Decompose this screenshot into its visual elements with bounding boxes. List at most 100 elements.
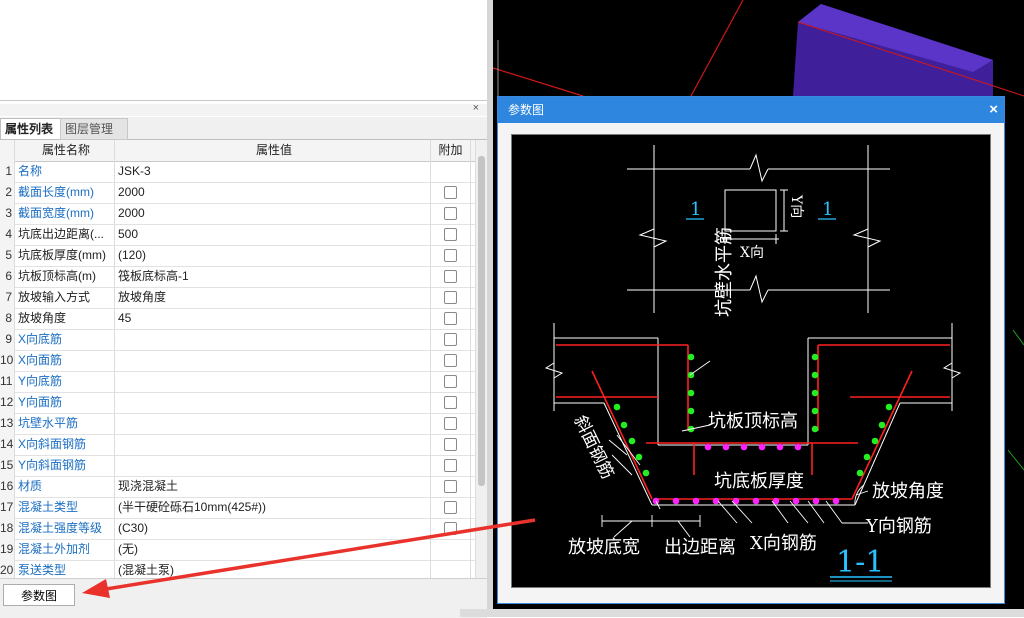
property-name: 截面长度(mm) [15,182,115,203]
property-name: Y向斜面钢筋 [15,455,115,476]
table-row[interactable]: 19 混凝土外加剂 (无) [0,539,475,561]
row-index: 14 [0,434,15,455]
row-index: 3 [0,203,15,224]
property-value[interactable] [115,434,431,455]
table-row[interactable]: 4 坑底出边距离(... 500 [0,224,475,246]
tab-layer-management[interactable]: 图层管理 [60,118,128,140]
extra-checkbox[interactable] [444,228,457,241]
extra-checkbox[interactable] [444,459,457,472]
plan-view [627,145,890,313]
property-value[interactable] [115,392,431,413]
table-row[interactable]: 16 材质 现浇混凝土 [0,476,475,498]
extra-checkbox[interactable] [444,249,457,262]
property-value[interactable] [115,371,431,392]
table-row[interactable]: 14 X向斜面钢筋 [0,434,475,456]
table-row[interactable]: 9 X向底筋 [0,329,475,351]
table-row[interactable]: 13 坑壁水平筋 [0,413,475,435]
table-row[interactable]: 2 截面长度(mm) 2000 [0,182,475,204]
property-name: 混凝土类型 [15,497,115,518]
panel-close-icon[interactable]: × [473,102,479,114]
property-name: X向斜面钢筋 [15,434,115,455]
property-value[interactable]: (120) [115,245,431,266]
table-row[interactable]: 1 名称 JSK-3 [0,161,475,183]
label-edge-distance: 出边距离 [664,537,736,558]
extra-checkbox[interactable] [444,186,457,199]
scrollbar-thumb[interactable] [478,156,485,486]
property-name: 泵送类型 [15,560,115,578]
property-name: 坑底板厚度(mm) [15,245,115,266]
table-row[interactable]: 7 放坡输入方式 放坡角度 [0,287,475,309]
param-diagram-button[interactable]: 参数图 [3,584,75,606]
diagram-svg: 1 1 X向 Y向 坑壁水平筋 坑板顶标高 斜面钢筋 坑底板厚度 放坡角度 Y向… [544,145,962,582]
property-value[interactable]: 45 [115,308,431,329]
dialog-close-icon[interactable]: × [989,97,998,123]
extra-checkbox[interactable] [444,333,457,346]
extra-cell [431,560,471,578]
table-row[interactable]: 10 X向面筋 [0,350,475,372]
extra-checkbox[interactable] [444,354,457,367]
table-row[interactable]: 8 放坡角度 45 [0,308,475,330]
row-index: 16 [0,476,15,497]
table-row[interactable]: 3 截面宽度(mm) 2000 [0,203,475,225]
extra-checkbox[interactable] [444,480,457,493]
row-index: 10 [0,350,15,371]
header-value: 属性值 [115,140,431,161]
table-row[interactable]: 18 混凝土强度等级 (C30) [0,518,475,540]
property-value[interactable] [115,350,431,371]
table-row[interactable]: 11 Y向底筋 [0,371,475,393]
property-name: Y向面筋 [15,392,115,413]
extra-checkbox[interactable] [444,375,457,388]
property-value[interactable] [115,455,431,476]
table-row[interactable]: 15 Y向斜面钢筋 [0,455,475,477]
row-index: 7 [0,287,15,308]
property-name: 坑板顶标高(m) [15,266,115,287]
row-index: 17 [0,497,15,518]
property-value[interactable]: 2000 [115,203,431,224]
extra-cell [431,497,471,518]
panel-header-strip: × [0,102,487,116]
extra-checkbox[interactable] [444,270,457,283]
properties-panel: × 属性列表 图层管理 属性名称 属性值 附加 1 名称 JSK-3 2 截面长度(mm… [0,0,490,618]
extra-cell [431,203,471,224]
tab-attribute-list[interactable]: 属性列表 [0,118,64,139]
property-value[interactable]: (无) [115,539,431,560]
label-wall-horizontal-rebar: 坑壁水平筋 [714,227,735,317]
extra-checkbox[interactable] [444,501,457,514]
label-slope-angle: 放坡角度 [872,481,944,502]
property-value[interactable] [115,413,431,434]
extra-checkbox[interactable] [444,312,457,325]
property-value[interactable]: 2000 [115,182,431,203]
property-value[interactable]: 500 [115,224,431,245]
status-bar [460,609,1024,617]
extra-cell [431,434,471,455]
upper-blank-area [0,0,488,101]
section-mark-left: 1 [690,199,701,220]
property-value[interactable]: (C30) [115,518,431,539]
extra-cell [431,350,471,371]
extra-checkbox[interactable] [444,291,457,304]
label-slab-thickness: 坑底板厚度 [714,471,804,492]
extra-checkbox[interactable] [444,417,457,430]
property-value[interactable] [115,329,431,350]
header-extra: 附加 [431,140,471,161]
extra-checkbox[interactable] [444,438,457,451]
dialog-titlebar[interactable]: 参数图 × [498,97,1004,123]
table-row[interactable]: 6 坑板顶标高(m) 筏板底标高-1 [0,266,475,288]
property-value[interactable]: JSK-3 [115,161,431,182]
property-value[interactable]: 放坡角度 [115,287,431,308]
extra-checkbox[interactable] [444,207,457,220]
extra-checkbox[interactable] [444,522,457,535]
extra-checkbox[interactable] [444,396,457,409]
property-name: 坑底出边距离(... [15,224,115,245]
extra-cell [431,161,471,182]
table-row[interactable]: 20 泵送类型 (混凝土泵) [0,560,475,578]
table-row[interactable]: 17 混凝土类型 (半干硬砼砾石10mm(425#)) [0,497,475,519]
table-row[interactable]: 12 Y向面筋 [0,392,475,414]
property-value[interactable]: 现浇混凝土 [115,476,431,497]
diagram-canvas: 1 1 X向 Y向 坑壁水平筋 坑板顶标高 斜面钢筋 坑底板厚度 放坡角度 Y向… [511,134,991,588]
property-value[interactable]: (半干硬砼砾石10mm(425#)) [115,497,431,518]
property-value[interactable]: 筏板底标高-1 [115,266,431,287]
table-row[interactable]: 5 坑底板厚度(mm) (120) [0,245,475,267]
extra-cell [431,539,471,560]
property-value[interactable]: (混凝土泵) [115,560,431,578]
